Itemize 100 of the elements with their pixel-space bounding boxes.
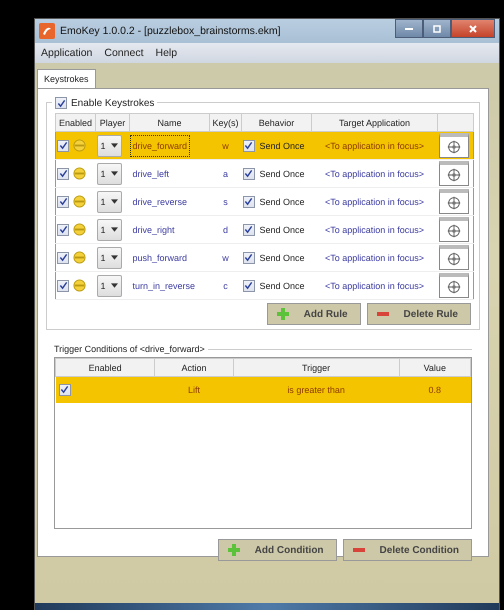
checkbox[interactable] bbox=[57, 252, 69, 264]
player-dropdown[interactable]: 1 bbox=[96, 162, 122, 184]
menu-item[interactable]: Connect bbox=[104, 47, 144, 59]
column-header: Name bbox=[130, 114, 210, 132]
delete-button[interactable]: Delete Condition bbox=[342, 539, 472, 561]
caret-icon bbox=[110, 143, 118, 148]
caret-icon bbox=[110, 283, 118, 288]
menu-item[interactable]: Application bbox=[41, 47, 92, 59]
condition-row[interactable]: Lift is greater than 0.8 bbox=[56, 376, 470, 403]
table-cell: <To application in focus> bbox=[312, 244, 438, 272]
target-picker-button[interactable] bbox=[438, 245, 468, 270]
maximize-button[interactable] bbox=[423, 19, 451, 38]
checkbox[interactable] bbox=[242, 224, 254, 236]
tab[interactable]: Keystrokes bbox=[37, 69, 96, 88]
smiley-icon bbox=[73, 139, 86, 152]
table-cell-text: drive_reverse bbox=[132, 196, 188, 209]
crosshair-icon bbox=[446, 279, 462, 295]
table-cell: d bbox=[210, 216, 242, 244]
smiley-icon bbox=[73, 167, 86, 180]
window-title: EmoKey 1.0.0.2 - [puzzlebox_brainstorms.ekm] bbox=[60, 25, 281, 37]
checkbox-label: Send Once bbox=[260, 196, 305, 206]
target-picker-button[interactable] bbox=[438, 273, 468, 298]
checkbox[interactable] bbox=[242, 168, 254, 180]
table-cell-text: turn_in_reverse bbox=[132, 280, 196, 293]
checkbox-label: Send Once bbox=[260, 168, 305, 178]
checkbox[interactable] bbox=[57, 140, 69, 152]
column-header: Key(s) bbox=[210, 114, 242, 132]
delete-button[interactable]: Delete Rule bbox=[366, 303, 471, 325]
table-cell: <To application in focus> bbox=[312, 188, 438, 216]
checkbox[interactable] bbox=[242, 140, 254, 152]
minimize-button[interactable] bbox=[395, 19, 423, 38]
crosshair-icon bbox=[446, 139, 462, 155]
column-header: Target Application bbox=[312, 114, 438, 132]
table-cell: drive_forward bbox=[130, 136, 190, 156]
rule-row[interactable]: 1 drive_forward w Send Once <To application in focus> bbox=[56, 132, 474, 160]
crosshair-icon bbox=[446, 223, 462, 239]
target-picker-button[interactable] bbox=[438, 217, 468, 242]
group-title: Trigger Conditions of <drive_forward> bbox=[54, 344, 205, 354]
target-picker-button[interactable] bbox=[438, 161, 468, 186]
checkbox[interactable] bbox=[242, 252, 254, 264]
player-dropdown[interactable]: 1 bbox=[96, 134, 122, 156]
column-header: Trigger bbox=[233, 358, 400, 376]
checkbox[interactable] bbox=[57, 280, 69, 292]
add-button[interactable]: Add Condition bbox=[218, 539, 337, 561]
smiley-icon bbox=[73, 251, 86, 264]
checkbox-label: Send Once bbox=[260, 140, 305, 150]
table-cell: w bbox=[210, 132, 242, 160]
table-cell-text: drive_right bbox=[132, 224, 176, 237]
column-header: Enabled bbox=[56, 358, 155, 376]
table-cell: a bbox=[210, 160, 242, 188]
checkbox[interactable] bbox=[57, 168, 69, 180]
player-dropdown[interactable]: 1 bbox=[96, 274, 122, 296]
table-cell-text: drive_left bbox=[132, 168, 170, 181]
checkbox[interactable] bbox=[57, 224, 69, 236]
crosshair-icon bbox=[446, 251, 462, 267]
rule-row[interactable]: 1 drive_left a Send Once <To application in focus> bbox=[56, 160, 474, 188]
checkbox[interactable] bbox=[58, 384, 70, 396]
table-cell: Lift bbox=[154, 376, 234, 403]
table-cell: <To application in focus> bbox=[312, 272, 438, 300]
rule-row[interactable]: 1 turn_in_reverse c Send Once <To application in focus> bbox=[56, 272, 474, 300]
plus-icon bbox=[276, 307, 290, 321]
target-picker-button[interactable] bbox=[438, 189, 468, 214]
table-cell: <To application in focus> bbox=[312, 160, 438, 188]
caret-icon bbox=[110, 199, 118, 204]
column-header: Value bbox=[399, 358, 470, 376]
rule-row[interactable]: 1 push_forward w Send Once <To application in focus> bbox=[56, 244, 474, 272]
table-cell: is greater than bbox=[233, 376, 400, 403]
close-button[interactable] bbox=[451, 19, 495, 38]
checkbox[interactable] bbox=[57, 196, 69, 208]
add-button[interactable]: Add Rule bbox=[266, 303, 361, 325]
checkbox-label: Send Once bbox=[260, 252, 305, 262]
plus-icon bbox=[226, 543, 241, 557]
minimize-icon bbox=[405, 28, 413, 30]
caret-icon bbox=[110, 227, 118, 232]
rule-row[interactable]: 1 drive_reverse s Send Once <To application in focus> bbox=[56, 188, 474, 216]
rule-row[interactable]: 1 drive_right d Send Once <To application in focus> bbox=[56, 216, 474, 244]
player-dropdown[interactable]: 1 bbox=[96, 246, 122, 268]
checkbox-label: Enable Keystrokes bbox=[71, 98, 154, 108]
column-header: Action bbox=[154, 358, 234, 376]
target-picker-button[interactable] bbox=[438, 133, 468, 158]
smiley-icon bbox=[73, 223, 86, 236]
player-dropdown[interactable]: 1 bbox=[96, 218, 122, 240]
column-header: Behavior bbox=[242, 114, 312, 132]
player-dropdown[interactable]: 1 bbox=[96, 190, 122, 212]
menu-item[interactable]: Help bbox=[155, 47, 178, 59]
table-cell: 0.8 bbox=[399, 376, 470, 403]
caret-icon bbox=[110, 171, 118, 176]
crosshair-icon bbox=[446, 195, 462, 211]
checkbox-label: Send Once bbox=[260, 224, 305, 234]
table-cell: c bbox=[210, 272, 242, 300]
checkbox[interactable] bbox=[242, 196, 254, 208]
checkbox[interactable] bbox=[242, 280, 254, 292]
table-cell: <To application in focus> bbox=[312, 132, 438, 160]
column-header: Enabled bbox=[56, 114, 96, 132]
app-icon bbox=[39, 23, 55, 39]
caret-icon bbox=[110, 255, 118, 260]
close-icon bbox=[468, 24, 478, 34]
crosshair-icon bbox=[446, 167, 462, 183]
checkbox[interactable] bbox=[55, 97, 67, 109]
table-cell: w bbox=[210, 244, 242, 272]
